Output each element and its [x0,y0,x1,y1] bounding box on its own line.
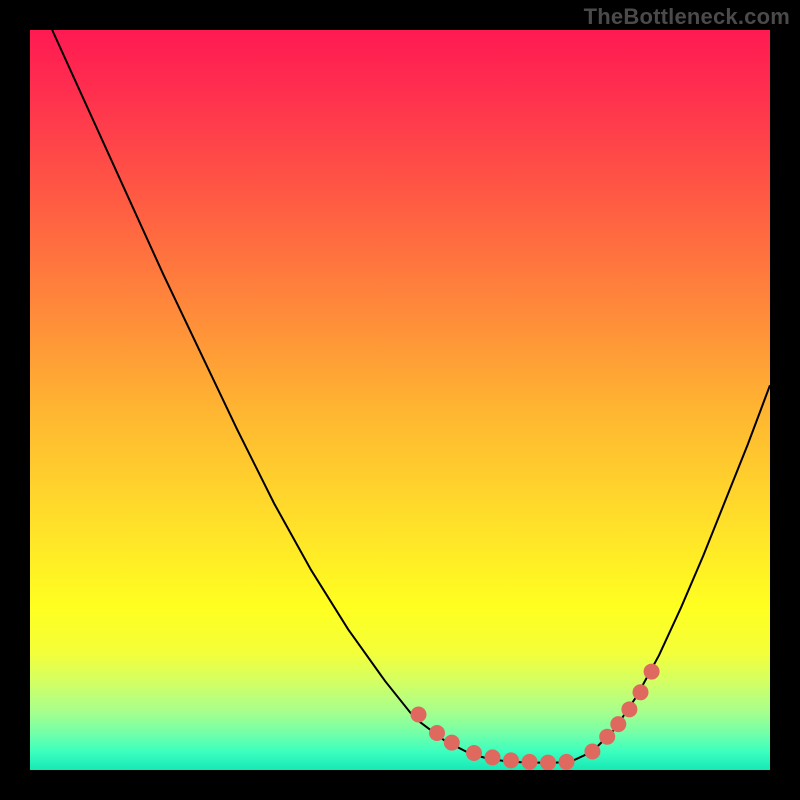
data-point-marker [621,701,637,717]
data-point-marker [584,744,600,760]
data-point-marker [411,707,427,723]
data-point-marker [599,729,615,745]
plot-area [30,30,770,770]
chart-stage: TheBottleneck.com [0,0,800,800]
bottleneck-curve [52,30,770,763]
data-point-marker [540,755,556,770]
data-point-marker [485,749,501,765]
data-point-marker [610,716,626,732]
data-point-marker [644,664,660,680]
data-point-marker [466,745,482,761]
data-point-marker [559,754,575,770]
data-point-marker [633,684,649,700]
data-point-marker [503,752,519,768]
data-point-marker [429,725,445,741]
data-point-marker [522,754,538,770]
data-point-marker [444,735,460,751]
curve-layer [30,30,770,770]
watermark-text: TheBottleneck.com [584,4,790,30]
